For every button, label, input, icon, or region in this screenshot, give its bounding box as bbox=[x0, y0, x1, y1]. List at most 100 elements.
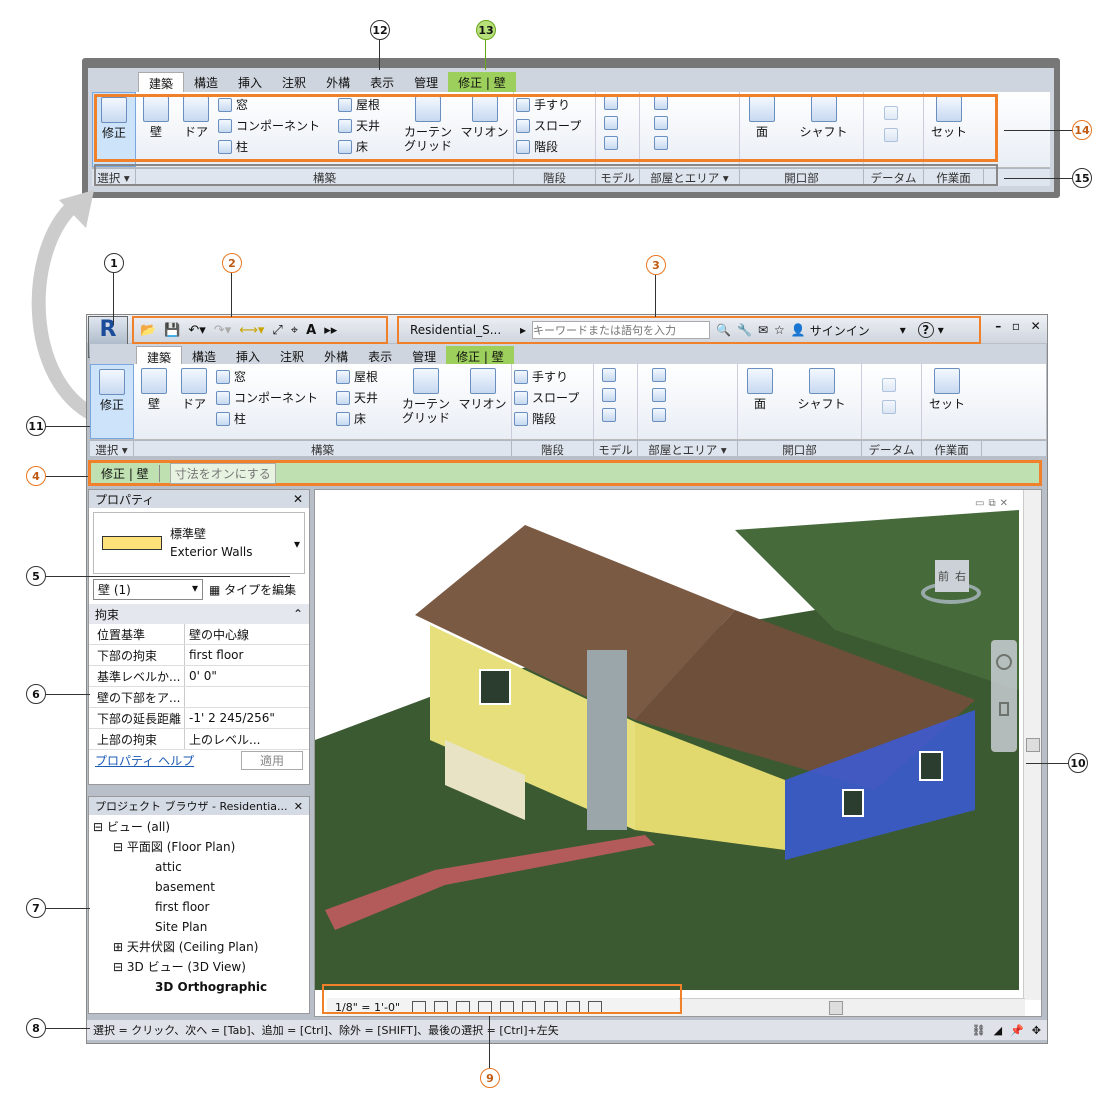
expand-icon[interactable]: ⊟ bbox=[93, 820, 107, 834]
properties-help-link[interactable]: プロパティ ヘルプ bbox=[95, 752, 194, 769]
main-grid-icon[interactable] bbox=[882, 400, 896, 414]
browser-tree-item[interactable]: 3D Orthographic bbox=[93, 977, 305, 997]
navigation-bar[interactable] bbox=[991, 640, 1017, 752]
viewcube[interactable]: 前 右 bbox=[921, 556, 981, 612]
main-model-line-icon[interactable] bbox=[602, 388, 616, 402]
minimize-icon[interactable]: – bbox=[995, 319, 1001, 333]
main-ceiling-button[interactable]: 天井 bbox=[334, 387, 398, 408]
main-railing-icon bbox=[514, 369, 528, 384]
dimensions-toggle-button[interactable]: 寸法をオンにする bbox=[169, 462, 276, 484]
property-row[interactable]: 上部の拘束 上のレベル... bbox=[89, 729, 309, 750]
tab-view[interactable]: 表示 bbox=[360, 72, 404, 94]
options-bar: 修正 | 壁 寸法をオンにする bbox=[88, 460, 1042, 486]
viewcube-front[interactable]: 前 bbox=[938, 568, 949, 584]
project-browser-title: プロジェクト ブラウザ - Residentia... bbox=[95, 800, 288, 813]
tab-site[interactable]: 外構 bbox=[316, 72, 360, 94]
vertical-scrollbar[interactable] bbox=[1023, 490, 1041, 1000]
tab-architecture[interactable]: 建築 bbox=[138, 72, 185, 94]
property-row[interactable]: 下部の拘束 first floor bbox=[89, 645, 309, 666]
tab-modify-wall[interactable]: 修正 | 壁 bbox=[448, 72, 516, 94]
main-cursor-icon bbox=[99, 369, 125, 395]
close-icon[interactable]: ✕ bbox=[1031, 319, 1041, 333]
browser-tree-item[interactable]: ⊞ 天井伏図 (Ceiling Plan) bbox=[93, 937, 305, 957]
horizontal-scroll-thumb[interactable] bbox=[829, 1001, 843, 1015]
main-shaft-button[interactable]: シャフト bbox=[782, 364, 862, 439]
main-curtain-grid-button[interactable]: カーテン グリッド bbox=[398, 364, 454, 439]
browser-tree-item[interactable]: Site Plan bbox=[93, 917, 305, 937]
maximize-icon[interactable]: ▫ bbox=[1012, 319, 1020, 333]
main-mullion-button[interactable]: マリオン bbox=[454, 364, 512, 439]
main-stair-button[interactable]: 階段 bbox=[512, 408, 593, 429]
main-set-workplane-button[interactable]: セット bbox=[922, 364, 972, 439]
view-restore-icon[interactable]: ⧉ bbox=[988, 498, 995, 509]
property-value[interactable]: first floor bbox=[185, 648, 243, 662]
horizontal-scrollbar[interactable] bbox=[679, 998, 1025, 1016]
main-area-icon[interactable] bbox=[652, 408, 666, 422]
3d-model-view[interactable] bbox=[315, 490, 1019, 990]
property-name: 壁の下部をア... bbox=[89, 687, 185, 707]
main-modify-button[interactable]: 修正 bbox=[90, 364, 134, 439]
browser-tree-item[interactable]: first floor bbox=[93, 897, 305, 917]
type-selector[interactable]: 標準壁 Exterior Walls ▾ bbox=[93, 512, 305, 574]
tab-annotate[interactable]: 注釈 bbox=[272, 72, 316, 94]
main-wall-button[interactable]: 壁 bbox=[134, 364, 174, 439]
main-model-text-icon[interactable] bbox=[602, 368, 616, 382]
property-row[interactable]: 壁の下部をア... bbox=[89, 687, 309, 708]
constraints-group[interactable]: 拘束 ⌃ bbox=[89, 604, 309, 624]
property-value[interactable]: 0' 0" bbox=[185, 669, 217, 683]
expand-icon[interactable]: ⊟ bbox=[113, 960, 127, 974]
expand-icon[interactable]: ⊟ bbox=[113, 840, 127, 854]
main-roof-button[interactable]: 屋根 bbox=[334, 366, 398, 387]
main-face-opening-button[interactable]: 面 bbox=[738, 364, 782, 439]
browser-tree-item[interactable]: basement bbox=[93, 877, 305, 897]
callout-1: 1 bbox=[104, 253, 124, 273]
drag-elements-icon[interactable]: ✥ bbox=[1032, 1024, 1041, 1037]
vertical-scroll-thumb[interactable] bbox=[1026, 738, 1040, 752]
select-pinned-icon[interactable]: 📌 bbox=[1010, 1024, 1024, 1037]
main-room-icon[interactable] bbox=[652, 368, 666, 382]
steering-wheel-icon[interactable] bbox=[996, 654, 1012, 670]
tab-structure[interactable]: 構造 bbox=[184, 72, 228, 94]
viewcube-right[interactable]: 右 bbox=[955, 568, 966, 584]
tab-insert[interactable]: 挿入 bbox=[228, 72, 272, 94]
main-door-button[interactable]: ドア bbox=[174, 364, 214, 439]
viewcube-box: 前 右 bbox=[935, 560, 969, 592]
main-component-button[interactable]: コンポーネント bbox=[214, 387, 334, 408]
project-browser-close-icon[interactable]: ✕ bbox=[294, 800, 303, 813]
property-row[interactable]: 位置基準 壁の中心線 bbox=[89, 624, 309, 645]
select-links-icon[interactable]: ⛓ bbox=[972, 1024, 986, 1037]
property-value[interactable]: 上のレベル... bbox=[185, 731, 260, 748]
property-row[interactable]: 基準レベルか... 0' 0" bbox=[89, 666, 309, 687]
main-column-button[interactable]: 柱 bbox=[214, 408, 334, 429]
callout-4: 4 bbox=[26, 466, 46, 486]
browser-tree-item[interactable]: ⊟ 平面図 (Floor Plan) bbox=[93, 837, 305, 857]
view-close-icon[interactable]: ✕ bbox=[1000, 498, 1008, 509]
edit-type-button[interactable]: ▦ タイプを編集 bbox=[209, 581, 296, 598]
browser-tree-item[interactable]: ⊟ ビュー (all) bbox=[93, 817, 305, 837]
main-panel-label-select[interactable]: 選択 ▾ bbox=[90, 441, 134, 457]
main-window-button[interactable]: 窓 bbox=[214, 366, 334, 387]
browser-tree-item[interactable]: ⊟ 3D ビュー (3D View) bbox=[93, 957, 305, 977]
property-value[interactable]: 壁の中心線 bbox=[185, 626, 249, 643]
main-railing-button[interactable]: 手すり bbox=[512, 366, 593, 387]
property-value[interactable]: -1' 2 245/256" bbox=[185, 711, 275, 725]
tab-manage[interactable]: 管理 bbox=[404, 72, 448, 94]
view-minimize-icon[interactable]: ▭ bbox=[975, 498, 984, 509]
main-level-icon[interactable] bbox=[882, 378, 896, 392]
property-row[interactable]: 下部の延長距離 -1' 2 245/256" bbox=[89, 708, 309, 729]
callout-6: 6 bbox=[26, 684, 46, 704]
browser-tree-item[interactable]: attic bbox=[93, 857, 305, 877]
main-floor-button[interactable]: 床 bbox=[334, 408, 398, 429]
apply-button[interactable]: 適用 bbox=[240, 750, 303, 770]
main-room-tag-icon[interactable] bbox=[652, 388, 666, 402]
element-filter-select[interactable]: 壁 (1) ▾ bbox=[93, 578, 203, 600]
select-underlay-icon[interactable]: ◢ bbox=[994, 1024, 1002, 1037]
type-selector-dropdown-icon[interactable]: ▾ bbox=[294, 537, 300, 551]
main-ramp-button[interactable]: スロープ bbox=[512, 387, 593, 408]
main-model-group-icon[interactable] bbox=[602, 408, 616, 422]
main-panel-label-room-area[interactable]: 部屋とエリア ▾ bbox=[638, 441, 738, 457]
zoom-icon[interactable] bbox=[999, 702, 1009, 716]
expand-icon[interactable]: ⊞ bbox=[113, 940, 127, 954]
highlight-infocenter bbox=[397, 316, 981, 344]
properties-close-icon[interactable]: ✕ bbox=[293, 492, 303, 506]
